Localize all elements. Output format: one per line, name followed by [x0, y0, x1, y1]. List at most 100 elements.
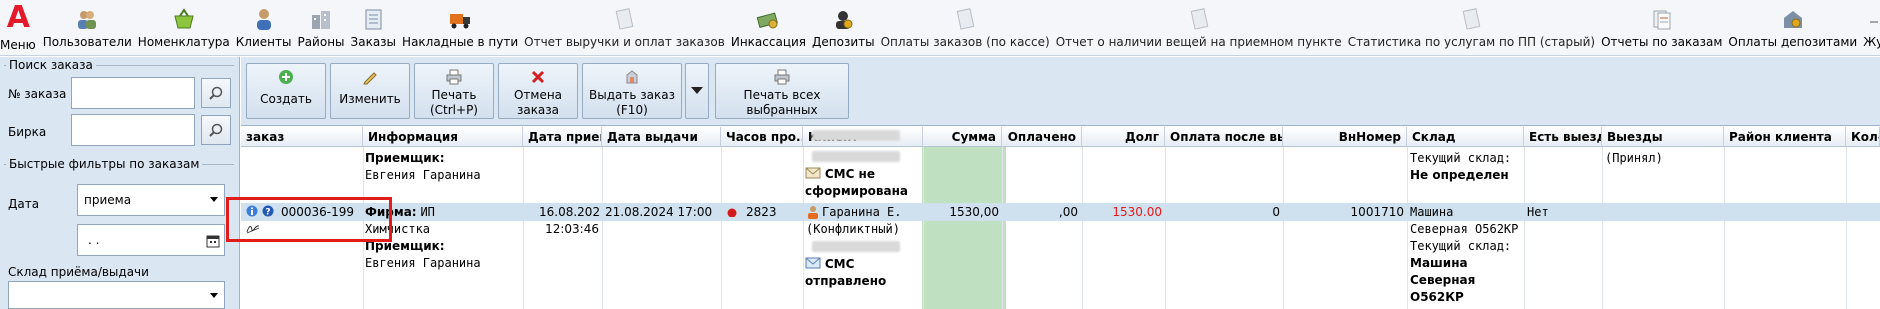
cancel-order-button[interactable]: Отмена заказа	[498, 63, 578, 119]
envelope-icon	[805, 257, 821, 269]
create-label: Создать	[260, 92, 312, 106]
column-divider	[1846, 147, 1847, 309]
tag-search-button[interactable]	[201, 115, 231, 145]
column-header-trips[interactable]: Выезды	[1602, 127, 1724, 147]
menu-button[interactable]: A Меню	[0, 0, 36, 55]
column-header-debt[interactable]: Долг	[1082, 127, 1165, 147]
cancel-order-label-line1: Отмена	[513, 88, 563, 102]
date-type-select[interactable]: приема	[77, 184, 225, 216]
plus-icon	[278, 68, 294, 86]
prev-row-current-warehouse-label: Текущий склад:	[1410, 151, 1512, 165]
prev-row-client-redacted	[812, 130, 900, 141]
column-header-sum[interactable]: Сумма	[923, 127, 1002, 147]
prev-row-receiver: Евгения Гаранина	[365, 168, 481, 182]
row-firm-value: ИП	[420, 205, 435, 219]
issue-order-button[interactable]: Выдать заказ (F10)	[582, 63, 682, 119]
order-number-input[interactable]	[71, 77, 195, 109]
highlight-box	[226, 197, 392, 242]
row-date-received: 16.08.2024	[539, 205, 599, 219]
prev-row-sms-line1: СМС не	[824, 167, 875, 181]
warehouse-select[interactable]	[8, 281, 225, 309]
column-divider	[923, 147, 924, 309]
column-divider	[1283, 147, 1284, 309]
tag-input[interactable]	[71, 114, 195, 146]
ribbon-clients-button[interactable]: Клиенты	[233, 0, 295, 55]
row-pay-after: 0	[1272, 205, 1280, 219]
row-date-issue: 21.08.2024 17:00	[605, 205, 713, 219]
column-header-date-issue[interactable]: Дата выдачи	[602, 127, 721, 147]
ribbon-orders-button[interactable]: Заказы	[348, 0, 400, 55]
print-button[interactable]: Печать (Ctrl+P)	[414, 63, 494, 119]
report-icon	[1186, 6, 1212, 32]
report-icon	[611, 6, 637, 32]
date-input[interactable]: . .	[77, 224, 225, 256]
column-header-info[interactable]: Информация	[363, 127, 523, 147]
column-header-order[interactable]: заказ	[241, 127, 363, 147]
ribbon-deposits-button[interactable]: Депозиты	[809, 0, 878, 55]
prev-row-current-warehouse: Не определен	[1410, 168, 1509, 182]
ribbon-users-button[interactable]: Пользователи	[40, 0, 135, 55]
create-button[interactable]: Создать	[246, 63, 326, 119]
row-debt: 1530.00	[1112, 205, 1162, 219]
column-divider	[1407, 147, 1408, 309]
ribbon-revenue-report-button[interactable]: Отчет выручки и оплат заказов	[521, 0, 728, 55]
truck-icon	[447, 6, 473, 32]
row-hours: 2823	[746, 205, 777, 219]
issue-order-label-line1: Выдать заказ	[589, 88, 675, 102]
column-header-inner-number[interactable]: ВнНомер	[1283, 127, 1407, 147]
column-divider	[721, 147, 722, 309]
ribbon-scroll-handle[interactable]	[1868, 0, 1880, 56]
ribbon-payments-cashbox-button[interactable]: Оплаты заказов (по кассе)	[878, 0, 1053, 55]
ribbon-deposit-payments-button[interactable]: Оплаты депозитами	[1725, 0, 1860, 55]
users-icon	[74, 6, 100, 32]
ribbon-nomenclature-button[interactable]: Номенклатура	[135, 0, 233, 55]
ribbon-waybills-label: Накладные в пути	[402, 35, 519, 49]
close-icon	[530, 68, 546, 86]
column-header-date-received[interactable]: Дата приема	[523, 127, 602, 147]
column-divider	[803, 147, 804, 309]
ribbon-services-stats-label: Статистика по услугам по ПП (старый)	[1347, 35, 1596, 49]
date-type-value: приема	[84, 193, 132, 207]
envelope-icon	[805, 167, 821, 179]
column-divider	[602, 147, 603, 309]
row-time-received: 12:03:46	[545, 222, 599, 236]
deposit-icon	[830, 6, 856, 32]
print-all-label-line2: выбранных	[746, 103, 818, 117]
search-icon	[209, 123, 223, 137]
column-header-count[interactable]: Кол-...	[1846, 127, 1880, 147]
column-header-has-trip[interactable]: Есть выезд	[1524, 127, 1602, 147]
basket-icon	[171, 6, 197, 32]
status-dot	[727, 207, 737, 217]
calendar-icon	[206, 235, 220, 248]
row-has-trip: Нет	[1527, 205, 1549, 219]
row-client-name[interactable]: Гаранина Е.	[822, 205, 901, 219]
ribbon-clients-label: Клиенты	[235, 35, 292, 49]
order-search-button[interactable]	[201, 78, 231, 108]
ribbon-stock-report-label: Отчет о наличии вещей на приемном пункте	[1055, 35, 1342, 49]
order-number-label: № заказа	[8, 87, 67, 101]
column-header-paid[interactable]: Оплачено	[1002, 127, 1082, 147]
ribbon-districts-button[interactable]: Районы	[294, 0, 347, 55]
print-all-selected-button[interactable]: Печать всех выбранных	[715, 63, 849, 119]
issue-icon	[624, 68, 640, 86]
issue-order-dropdown[interactable]	[685, 63, 709, 119]
row-sms-status: СМС	[805, 257, 854, 271]
main-ribbon: A Меню Пользователи Номенклатура Клиенты…	[0, 0, 1880, 56]
column-header-district[interactable]: Район клиента	[1724, 127, 1846, 147]
ribbon-collection-button[interactable]: Инкассация	[728, 0, 809, 55]
report-icon	[1458, 6, 1484, 32]
column-header-pay-after[interactable]: Оплата после вы...	[1165, 127, 1283, 147]
row-receiver: Евгения Гаранина	[365, 256, 481, 270]
row-paid: ,00	[1058, 205, 1078, 219]
ribbon-stock-report-button[interactable]: Отчет о наличии вещей на приемном пункте	[1053, 0, 1345, 55]
ribbon-order-reports-button[interactable]: Отчеты по заказам	[1598, 0, 1725, 55]
ribbon-services-stats-button[interactable]: Статистика по услугам по ПП (старый)	[1345, 0, 1598, 55]
ribbon-waybills-button[interactable]: Накладные в пути	[399, 0, 521, 55]
row-sum: 1530,00	[949, 205, 999, 219]
paid-column-highlight	[922, 147, 1006, 309]
column-header-warehouse[interactable]: Склад	[1407, 127, 1524, 147]
orders-icon	[360, 6, 386, 32]
edit-button[interactable]: Изменить	[330, 63, 410, 119]
warehouse-label: Склад приёма/выдачи	[8, 265, 149, 279]
column-header-hours[interactable]: Часов про...	[721, 127, 803, 147]
